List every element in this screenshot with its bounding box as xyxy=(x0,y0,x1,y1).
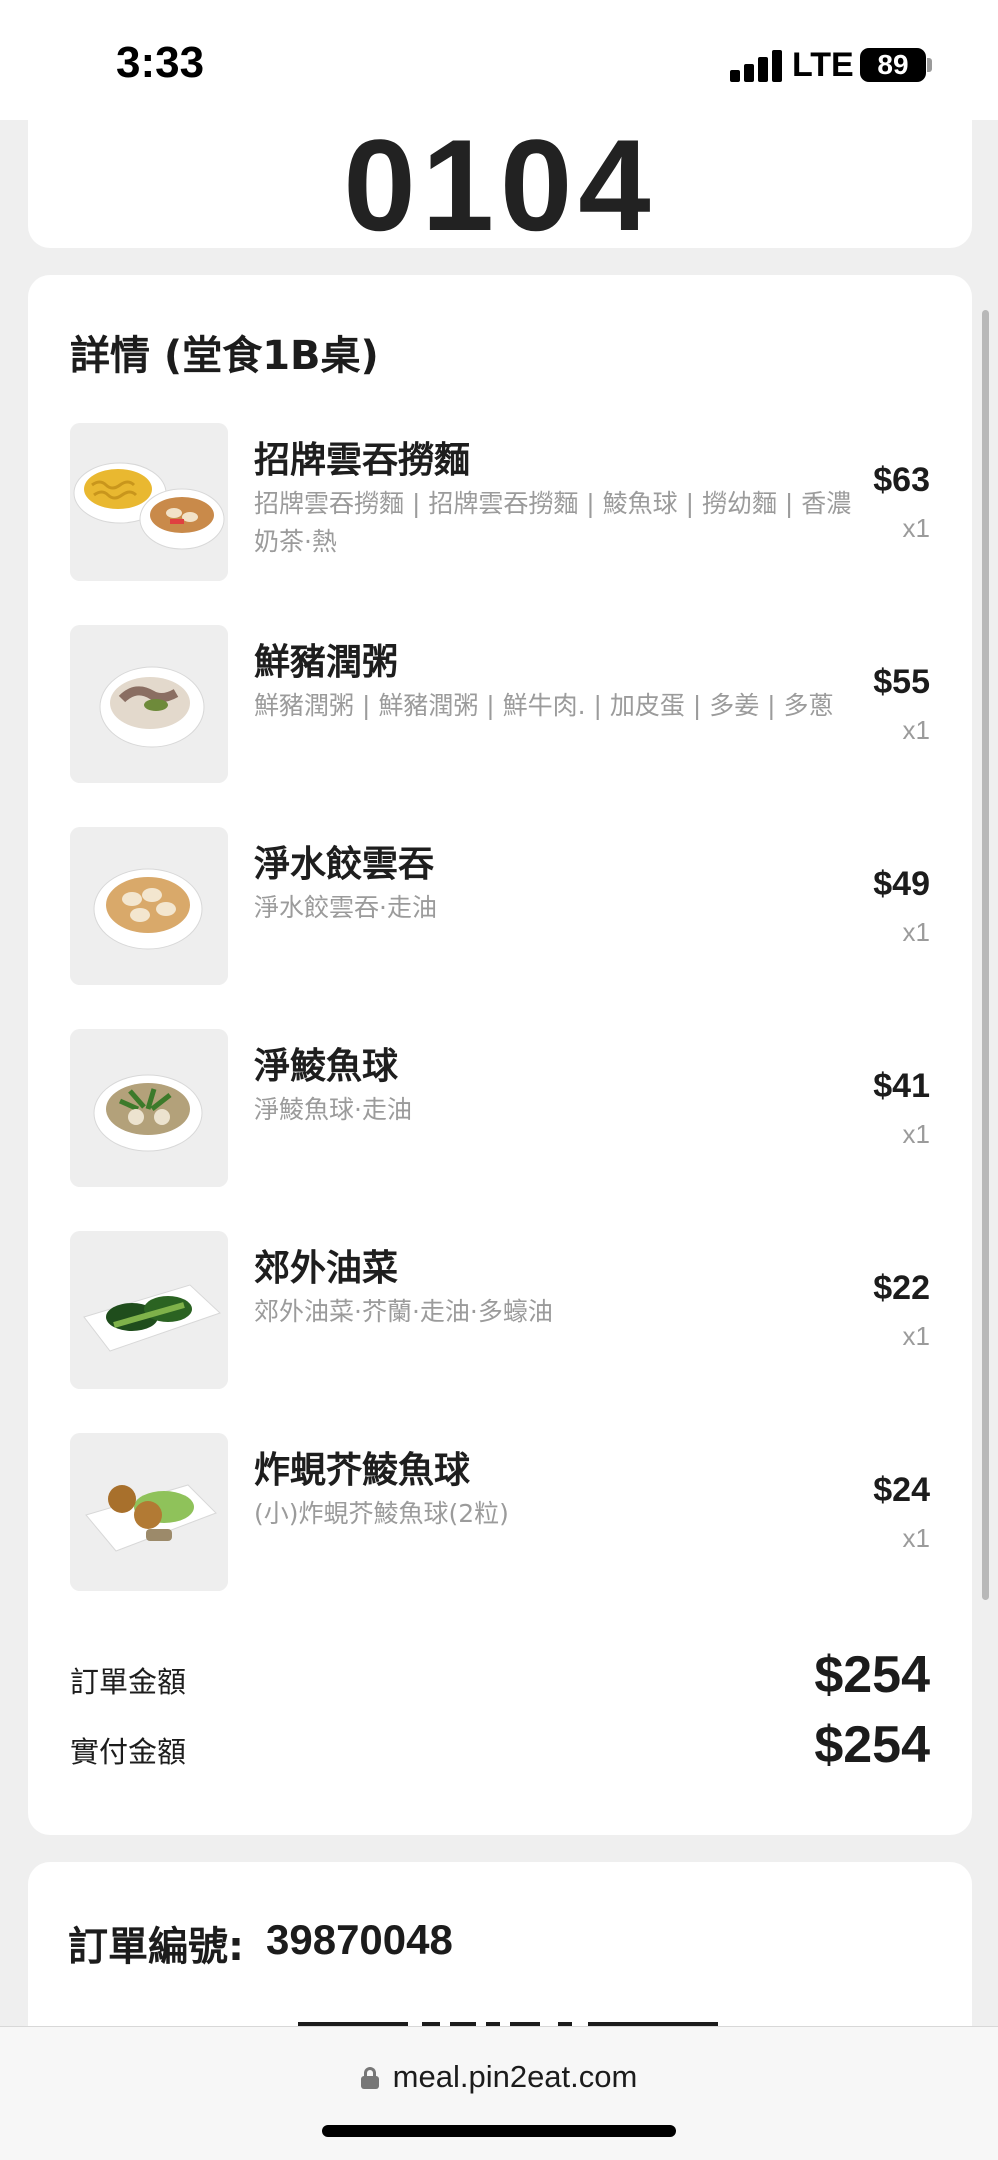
item-price: $41 xyxy=(873,1067,930,1105)
item-name: 招牌雲吞撈麵 xyxy=(254,440,471,481)
dumpling-wonton-photo xyxy=(70,827,228,985)
item-quantity: x1 xyxy=(902,715,930,745)
item-options: 招牌雲吞撈麵 | 招牌雲吞撈麵 | 鯪魚球 | 撈幼麵 | 香濃奶茶·熱 xyxy=(254,489,852,556)
item-name: 淨水餃雲吞 xyxy=(254,844,435,885)
url-text: meal.pin2eat.com xyxy=(392,2059,638,2094)
item-name: 郊外油菜 xyxy=(254,1248,399,1289)
list-item[interactable]: 淨鯪魚球 淨鯪魚球·走油 $41 x1 xyxy=(70,1029,930,1189)
order-amount-value: $254 xyxy=(814,1646,930,1704)
item-options: (小)炸蜆芥鯪魚球(2粒) xyxy=(254,1499,509,1528)
battery-tip xyxy=(927,58,932,72)
wonton-noodle-photo xyxy=(70,423,228,581)
item-price: $55 xyxy=(873,663,930,701)
list-item[interactable]: 淨水餃雲吞 淨水餃雲吞·走油 $49 x1 xyxy=(70,827,930,987)
item-options: 淨鯪魚球·走油 xyxy=(254,1095,412,1124)
status-time: 3:33 xyxy=(116,38,205,87)
item-quantity: x1 xyxy=(902,513,930,543)
paid-amount-row: 實付金額 $254 xyxy=(70,1715,930,1775)
pork-liver-congee-photo xyxy=(70,625,228,783)
paid-amount-label: 實付金額 xyxy=(70,1735,187,1769)
fish-ball-soup-photo xyxy=(70,1029,228,1187)
item-quantity: x1 xyxy=(902,1321,930,1351)
order-number: 39870048 xyxy=(266,1916,453,1963)
greens-photo xyxy=(70,1231,228,1389)
item-price: $63 xyxy=(873,461,930,499)
item-options: 淨水餃雲吞·走油 xyxy=(254,893,437,922)
fried-fish-ball-photo xyxy=(70,1433,228,1591)
browser-url-bar[interactable]: meal.pin2eat.com xyxy=(0,2026,998,2160)
order-detail-card: 詳情 (堂食1B桌) 招牌雲吞撈麵 招牌雲吞撈麵 | 招牌雲吞撈麵 | 鯪魚球 … xyxy=(28,275,972,1835)
item-quantity: x1 xyxy=(902,917,930,947)
detail-title: 詳情 (堂食1B桌) xyxy=(70,333,379,379)
item-name: 鮮豬潤粥 xyxy=(254,642,399,683)
item-price: $22 xyxy=(873,1269,930,1307)
item-options: 郊外油菜·芥蘭·走油·多蠔油 xyxy=(254,1297,553,1326)
item-name: 炸蜆芥鯪魚球 xyxy=(254,1450,471,1491)
queue-number: 0104 xyxy=(343,112,657,248)
order-number-label: 訂單編號: xyxy=(68,1924,244,1970)
scrollbar[interactable] xyxy=(982,310,989,1600)
home-indicator[interactable] xyxy=(322,2125,676,2137)
list-item[interactable]: 炸蜆芥鯪魚球 (小)炸蜆芥鯪魚球(2粒) $24 x1 xyxy=(70,1433,930,1593)
item-price: $24 xyxy=(873,1471,930,1509)
order-amount-row: 訂單金額 $254 xyxy=(70,1645,930,1705)
order-amount-label: 訂單金額 xyxy=(70,1665,187,1699)
item-quantity: x1 xyxy=(902,1119,930,1149)
list-item[interactable]: 郊外油菜 郊外油菜·芥蘭·走油·多蠔油 $22 x1 xyxy=(70,1231,930,1391)
list-item[interactable]: 招牌雲吞撈麵 招牌雲吞撈麵 | 招牌雲吞撈麵 | 鯪魚球 | 撈幼麵 | 香濃奶… xyxy=(70,423,930,583)
status-bar: 3:33 LTE 89 xyxy=(0,0,998,120)
lock-icon xyxy=(360,2067,379,2089)
signal-icon xyxy=(730,48,784,82)
paid-amount-value: $254 xyxy=(814,1716,930,1774)
item-options: 鮮豬潤粥 | 鮮豬潤粥 | 鮮牛肉. | 加皮蛋 | 多姜 | 多蔥 xyxy=(254,691,834,720)
item-name: 淨鯪魚球 xyxy=(254,1046,399,1087)
network-type: LTE xyxy=(792,46,854,84)
url-display[interactable]: meal.pin2eat.com xyxy=(0,2059,998,2095)
list-item[interactable]: 鮮豬潤粥 鮮豬潤粥 | 鮮豬潤粥 | 鮮牛肉. | 加皮蛋 | 多姜 | 多蔥 … xyxy=(70,625,930,785)
item-price: $49 xyxy=(873,865,930,903)
battery-icon: 89 xyxy=(860,48,926,82)
item-quantity: x1 xyxy=(902,1523,930,1553)
